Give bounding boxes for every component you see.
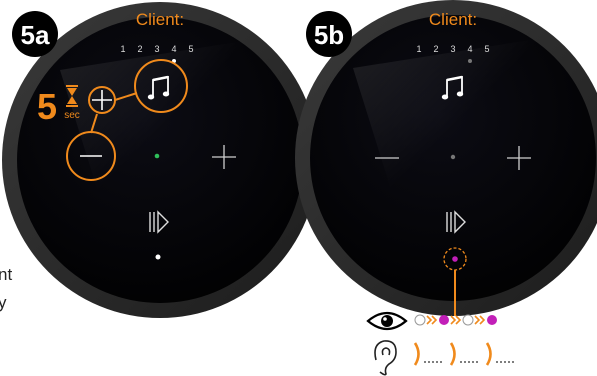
plus-button-a[interactable] <box>88 86 116 114</box>
client-number-b-3: 3 <box>450 44 455 54</box>
client-number-a-5: 5 <box>188 44 193 54</box>
bottom-led-b <box>452 256 458 262</box>
client-number-a-1: 1 <box>120 44 125 54</box>
ear-icon <box>374 340 397 376</box>
step-badge-5a: 5a <box>12 11 58 57</box>
active-client-dot-b <box>468 59 472 63</box>
blink-pattern <box>414 314 497 326</box>
step-label-b: 5b <box>314 20 344 50</box>
eye-icon <box>366 311 408 331</box>
client-number-b-2: 2 <box>433 44 438 54</box>
sound-pattern <box>413 342 514 366</box>
center-led-b <box>450 154 456 160</box>
client-number-a-4: 4 <box>171 44 176 54</box>
hold-seconds: 5 <box>37 86 57 127</box>
client-number-b-4: 4 <box>467 44 472 54</box>
hold-unit: sec <box>64 110 80 121</box>
step-badge-5b: 5b <box>306 11 352 57</box>
client-number-b-5: 5 <box>484 44 489 54</box>
bottom-led-a <box>155 254 161 260</box>
client-label-a: Client: <box>136 10 184 29</box>
illustration: 5a Client: 1 2 3 4 5 5 sec 5b Client: 1 … <box>2 0 597 376</box>
client-number-a-2: 2 <box>137 44 142 54</box>
client-label-b: Client: <box>429 10 477 29</box>
step-label-a: 5a <box>21 20 50 50</box>
center-led-a <box>154 153 160 159</box>
client-number-a-3: 3 <box>154 44 159 54</box>
client-number-b-1: 1 <box>416 44 421 54</box>
